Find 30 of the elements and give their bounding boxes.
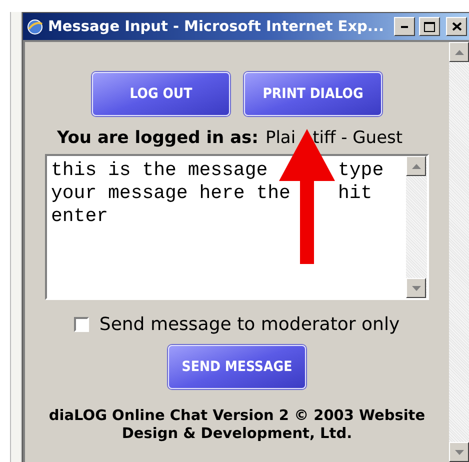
close-button[interactable]: [446, 17, 467, 36]
globe-icon: [26, 18, 44, 36]
checkbox[interactable]: [74, 317, 90, 332]
log-out-button[interactable]: LOG OUT: [92, 72, 230, 116]
maximize-icon: [424, 22, 435, 32]
message-text: hit: [338, 182, 374, 205]
scrollbar[interactable]: [406, 156, 427, 298]
message-text: enter: [51, 205, 110, 228]
message-text: type: [338, 159, 385, 182]
scroll-down-icon: [454, 450, 464, 454]
user-name: tiff - Guest: [312, 128, 403, 148]
scroll-down-icon: [412, 286, 420, 290]
login-label: You are logged in as:: [57, 128, 258, 148]
scroll-up-icon: [454, 50, 464, 54]
user-name: Plai: [265, 128, 296, 148]
message-field[interactable]: this is the message type your message here the hit enter: [45, 154, 429, 300]
checkbox-label: Send message to moderator only: [99, 314, 400, 335]
send-message-button[interactable]: SEND MESSAGE: [168, 345, 306, 389]
minimize-icon: [401, 26, 408, 28]
scroll-up-icon: [412, 164, 420, 168]
print-dialog-button[interactable]: PRINT DIALOG: [244, 72, 382, 116]
scrollbar[interactable]: [449, 42, 469, 462]
copyright-text: Design & Development, Ltd.: [122, 425, 352, 443]
window-title: Message Input - Microsoft Internet Exp...: [48, 18, 385, 34]
message-text: your message here the: [51, 182, 292, 205]
minimize-button[interactable]: [394, 17, 415, 36]
maximize-button[interactable]: [419, 17, 440, 36]
close-icon: [452, 22, 462, 31]
copyright-text: diaLOG Online Chat Version 2 © 2003 Website: [48, 407, 426, 425]
message-text: this is the message: [51, 159, 269, 182]
